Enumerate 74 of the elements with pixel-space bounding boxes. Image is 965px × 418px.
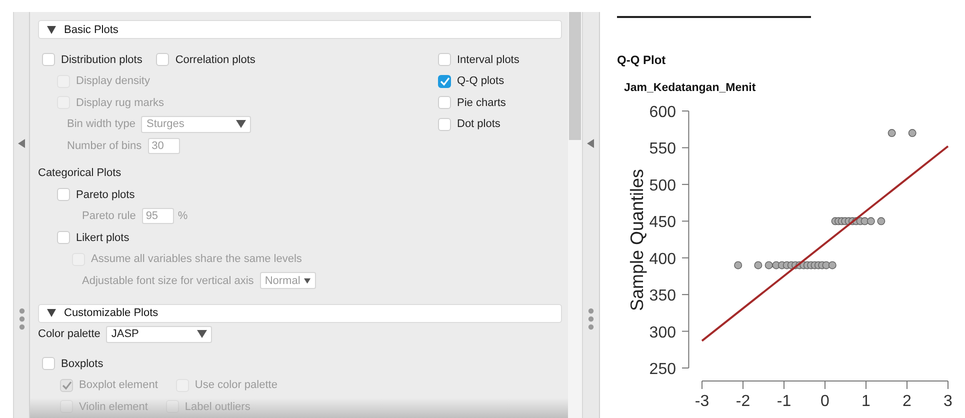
caret-icon [197, 330, 208, 338]
checkbox-label: Boxplots [61, 358, 104, 370]
tick-label: 300 [649, 324, 676, 342]
tick-label: -3 [694, 393, 710, 410]
tick-label: 2 [902, 393, 912, 410]
tick-label: 450 [649, 214, 676, 232]
field-label: Number of bins [67, 140, 142, 152]
checkbox[interactable] [57, 188, 70, 202]
checkbox-label: Interval plots [457, 54, 520, 66]
drag-handle-icon[interactable] [588, 308, 594, 330]
check-icon [62, 380, 72, 390]
collapse-left-icon[interactable] [18, 139, 26, 148]
caret-icon [236, 120, 246, 128]
tick-label: 500 [649, 177, 676, 194]
checkbox-label: Display density [76, 75, 150, 88]
data-point [877, 217, 886, 226]
checkbox[interactable] [438, 118, 451, 131]
checkbox-label: Likert plots [76, 232, 130, 244]
tick-label: 550 [649, 140, 676, 158]
expand-triangle-icon [47, 309, 56, 317]
tick-label: 600 [649, 104, 676, 121]
group-heading: Categorical Plots [38, 167, 122, 180]
collapse-left-icon[interactable] [587, 139, 595, 148]
checkbox-label: Dot plots [457, 118, 500, 130]
checkbox-label: Display rug marks [76, 96, 164, 109]
section-header[interactable]: Basic Plots [38, 20, 562, 39]
checkbox[interactable] [57, 231, 70, 244]
tick-label: 3 [944, 393, 952, 410]
checkbox[interactable] [438, 96, 451, 110]
tick-label: 0 [820, 393, 830, 410]
data-point [754, 261, 762, 270]
tick-label: 1 [862, 393, 870, 410]
checkbox-label: Distribution plots [61, 54, 142, 66]
data-point [772, 261, 780, 270]
scrollbar-thumb[interactable] [569, 12, 581, 140]
drag-handle-icon[interactable] [18, 308, 24, 330]
data-point [908, 129, 916, 138]
checkbox-label: Q-Q plots [457, 75, 504, 88]
check-icon [440, 76, 450, 86]
checkbox[interactable] [42, 53, 55, 66]
data-point [888, 129, 896, 138]
checkbox-label: Use color palette [194, 379, 278, 392]
checkbox-label: Boxplot element [79, 379, 158, 392]
checkbox[interactable] [438, 74, 451, 88]
checkbox-label: Correlation plots [175, 54, 256, 66]
expand-triangle-icon [47, 26, 56, 34]
tick-label: -1 [776, 393, 792, 410]
checkbox[interactable] [438, 53, 451, 66]
field-label: Pareto rule [82, 210, 136, 222]
dropdown[interactable]: JASP [106, 326, 212, 343]
chart-title: Jam_Kedatangan_Menit [624, 82, 757, 96]
checkbox-label: Violin element [79, 400, 148, 413]
tick-label: 250 [649, 361, 676, 378]
output-heading: Q-Q Plot [617, 53, 667, 67]
checkbox[interactable] [42, 357, 55, 370]
tick-label: 350 [649, 288, 676, 305]
field-label: Bin width type [67, 118, 136, 130]
checkbox-label: Assume all variables share the same levels [91, 253, 302, 266]
data-point [764, 261, 773, 270]
unit-label: % [178, 210, 188, 222]
checkbox[interactable] [156, 53, 170, 66]
tick-label: 400 [649, 250, 676, 268]
caret-icon [304, 276, 311, 285]
field-label: Adjustable font size for vertical axis [82, 274, 254, 287]
field-label: Color palette [38, 328, 100, 340]
checkbox-label: Pareto plots [76, 188, 135, 201]
checkbox-label: Label outliers [184, 400, 250, 413]
checkbox-label: Pie charts [457, 96, 506, 109]
axis-title: Sample Quantiles [627, 168, 647, 312]
section-header[interactable]: Customizable Plots [38, 304, 562, 322]
data-point [828, 261, 836, 270]
data-point [734, 261, 742, 270]
tick-label: -2 [736, 393, 750, 410]
data-point [866, 217, 875, 226]
